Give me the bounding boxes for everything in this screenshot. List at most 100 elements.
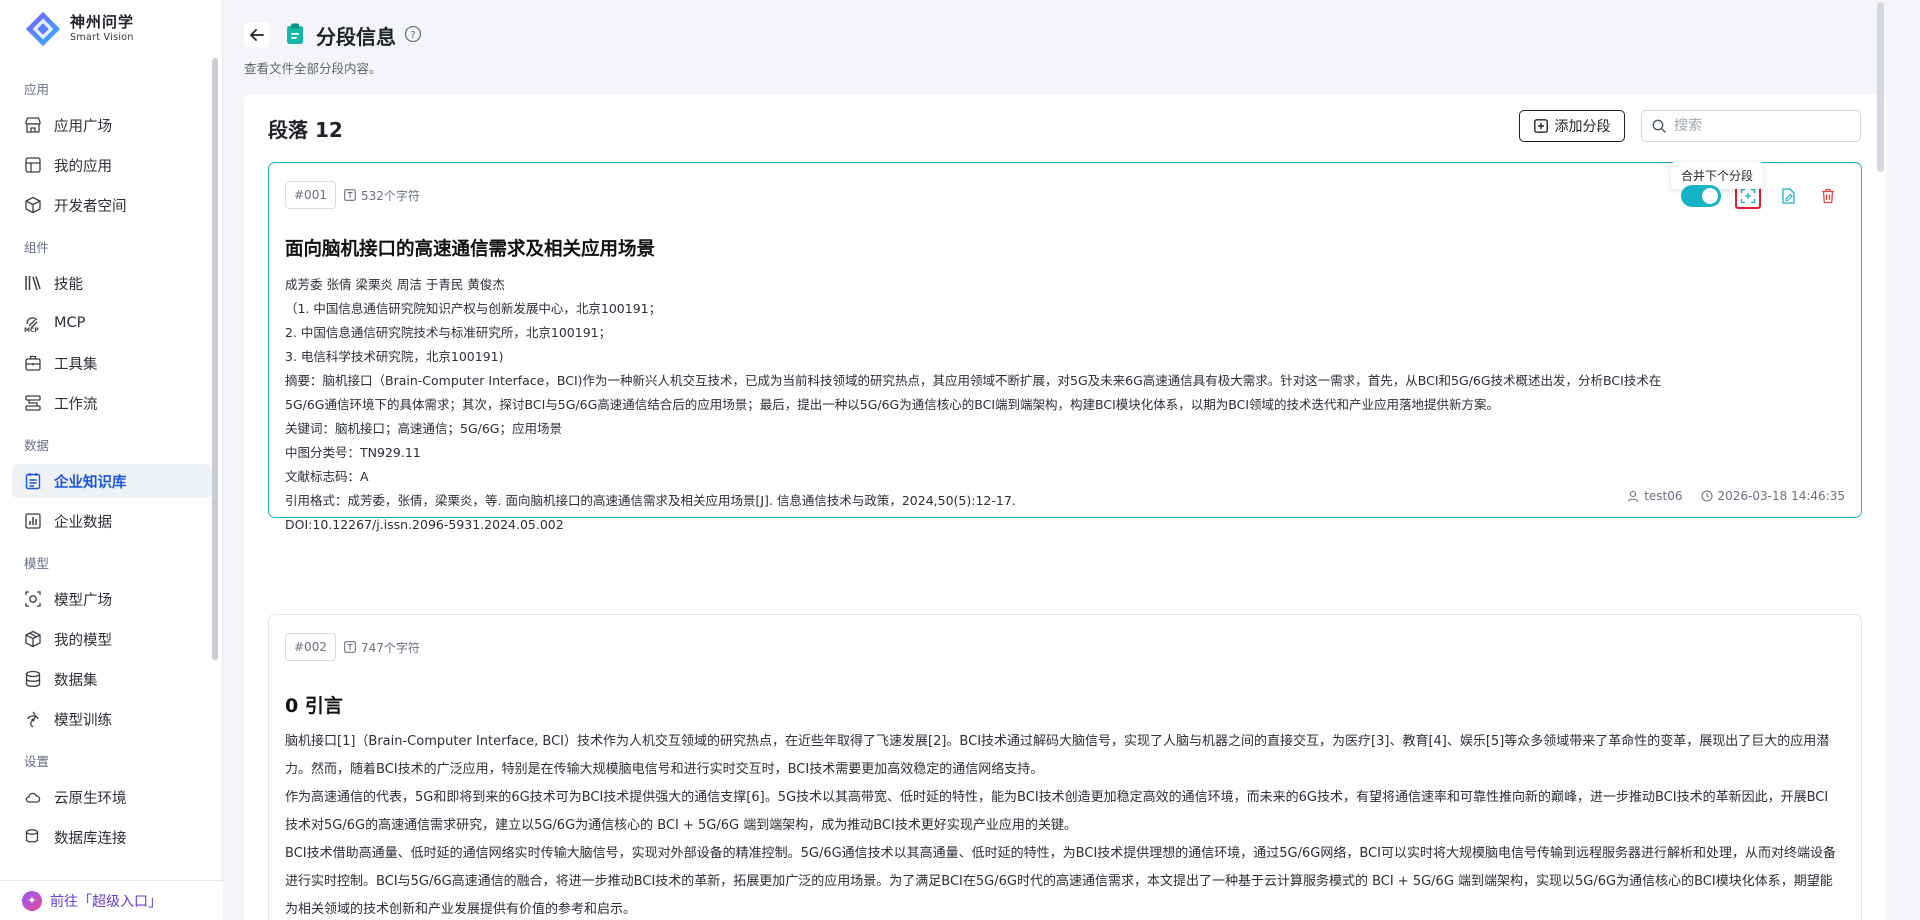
workflow-icon	[24, 394, 42, 412]
segment-text-line: （1. 中国信息通信研究院知识产权与创新发展中心，北京100191；	[285, 301, 662, 316]
brand-name: 神州问学	[70, 13, 135, 32]
sidebar-item[interactable]: 开发者空间	[12, 188, 212, 222]
sidebar-item[interactable]: 我的应用	[12, 148, 212, 182]
sidebar-item[interactable]: 工具集	[12, 346, 212, 380]
sidebar-item[interactable]: MCP MCP	[12, 306, 212, 340]
sparkle-icon: ✦	[22, 890, 42, 911]
nav-group: 设置云原生环境数据库连接	[12, 748, 212, 854]
segment-paragraph: BCI技术借助高通量、低时延的通信网络实时传输大脑信号，实现对外部设备的精准控制…	[285, 846, 1836, 917]
database-icon	[24, 670, 42, 688]
nav-group: 模型模型广场我的模型数据集模型训练	[12, 550, 212, 736]
sidebar-item[interactable]: 应用广场	[12, 108, 212, 142]
segment-text-line: DOI:10.12267/j.issn.2096-5931.2024.05.00…	[285, 517, 564, 532]
svg-text:?: ?	[410, 30, 415, 41]
sidebar-item[interactable]: 我的模型	[12, 622, 212, 656]
segment-paragraph: 作为高速通信的代表，5G和即将到来的6G技术可为BCI技术提供强大的通信支撑[6…	[285, 790, 1829, 833]
add-segment-label: 添加分段	[1554, 119, 1611, 135]
brand-subtitle: Smart Vision	[70, 32, 134, 44]
sidebar-nav: 应用应用广场我的应用开发者空间组件技能 MCP MCP 工具集工作流数据企业知识库企业…	[12, 76, 212, 866]
nav-group: 组件技能 MCP MCP 工具集工作流	[12, 234, 212, 420]
segment-text-line: 文献标志码：A	[285, 469, 369, 484]
nav-group-title: 模型	[24, 556, 50, 571]
segment-author: test06	[1627, 489, 1683, 503]
nav-group-title: 数据	[24, 438, 50, 453]
segment-text-line: 3. 电信科学技术研究院，北京100191)	[285, 349, 504, 364]
edit-segment-button[interactable]	[1775, 183, 1801, 209]
nav-group-title: 应用	[24, 82, 50, 97]
plus-square-icon	[1533, 119, 1548, 133]
text-icon	[344, 189, 356, 201]
segment-text-line: 关键词：脑机接口；高速通信；5G/6G；应用场景	[285, 421, 562, 436]
segment-text-line: 2. 中国信息通信研究院技术与标准研究所，北京100191；	[285, 325, 612, 340]
sidebar-item-label: 企业数据	[54, 514, 112, 531]
svg-text:MCP: MCP	[24, 327, 39, 332]
sidebar-item[interactable]: 云原生环境	[12, 780, 212, 814]
sidebar-item[interactable]: 企业数据	[12, 504, 212, 538]
books-icon	[24, 274, 42, 292]
segment-count-title: 段落 12	[268, 118, 343, 142]
nav-group-title: 设置	[24, 754, 50, 769]
sidebar-item-label: 模型训练	[54, 712, 112, 729]
chart-icon	[24, 512, 42, 530]
segment-enable-toggle[interactable]	[1681, 185, 1721, 207]
sidebar-item[interactable]: 模型广场	[12, 582, 212, 616]
sidebar-item[interactable]: 技能	[12, 266, 212, 300]
sidebar-item[interactable]: 数据库连接	[12, 820, 212, 854]
store-icon	[24, 116, 42, 134]
segments-panel: 段落 12 添加分段 #001 532个字符 合并下个分段	[244, 94, 1886, 920]
sidebar-item[interactable]: 工作流	[12, 386, 212, 420]
segment-card[interactable]: #001 532个字符 合并下个分段 面向脑机接口的高速通信需求及相关应用场景 …	[268, 162, 1862, 532]
nav-group: 数据企业知识库企业数据	[12, 432, 212, 538]
sidebar: 神州问学 Smart Vision 应用应用广场我的应用开发者空间组件技能 MCP…	[0, 0, 223, 920]
knowledge-icon	[24, 472, 42, 490]
box-icon	[24, 630, 42, 648]
super-entry-label: 前往「超级入口」	[50, 893, 162, 910]
sidebar-item-label: 技能	[54, 276, 83, 293]
add-segment-button[interactable]: 添加分段	[1519, 110, 1625, 142]
merge-icon	[1740, 188, 1756, 204]
sidebar-item-label: 开发者空间	[54, 198, 127, 215]
sidebar-item[interactable]: 数据集	[12, 662, 212, 696]
segment-card[interactable]: #002 747个字符 0 引言 脑机接口[1]（Brain-Computer …	[268, 614, 1862, 920]
arrow-left-icon	[250, 29, 264, 41]
nav-group: 应用应用广场我的应用开发者空间	[12, 76, 212, 222]
sidebar-item-label: 云原生环境	[54, 790, 127, 807]
char-count-label: 532个字符	[360, 188, 420, 203]
brand-logo[interactable]: 神州问学 Smart Vision	[24, 10, 134, 48]
db-link-icon	[24, 828, 42, 846]
sidebar-scrollbar[interactable]	[212, 58, 218, 660]
search-input[interactable]	[1674, 118, 1854, 134]
logo-icon	[25, 11, 61, 47]
nav-group-title: 组件	[24, 240, 50, 255]
segment-text-line: 成芳委 张倩 梁栗炎 周洁 于青民 黄俊杰	[285, 277, 505, 292]
document-icon	[287, 23, 303, 44]
merge-tooltip: 合并下个分段	[1670, 162, 1763, 189]
help-icon[interactable]: ?	[404, 25, 422, 43]
main-scrollbar[interactable]	[1877, 2, 1884, 172]
segment-text-line: 摘要：脑机接口（Brain-Computer Interface，BCI)作为一…	[285, 373, 1662, 388]
segment-timestamp: 2026-03-18 14:46:35	[1700, 489, 1845, 503]
timestamp-value: 2026-03-18 14:46:35	[1717, 489, 1845, 503]
delete-segment-button[interactable]	[1815, 183, 1841, 209]
mcp-icon: MCP	[24, 314, 42, 332]
cube-icon	[24, 196, 42, 214]
search-box[interactable]	[1641, 110, 1861, 142]
user-icon	[1628, 490, 1639, 502]
segment-text-line: 5G/6G通信环境下的具体需求；其次，探讨BCI与5G/6G高速通信结合后的应用…	[285, 397, 1500, 412]
grid-icon	[24, 156, 42, 174]
sidebar-item[interactable]: 模型训练	[12, 702, 212, 736]
sidebar-item[interactable]: 企业知识库	[12, 464, 212, 498]
sidebar-item-label: 数据库连接	[54, 830, 127, 847]
segment-number: #002	[285, 633, 336, 661]
segment-text-line: 中图分类号：TN929.11	[285, 445, 421, 460]
sidebar-item-label: 我的应用	[54, 158, 112, 175]
sidebar-item-label: 模型广场	[54, 592, 112, 609]
search-icon	[1652, 119, 1666, 133]
segment-text-line: 引用格式：成芳委，张倩，梁栗炎，等. 面向脑机接口的高速通信需求及相关应用场景[…	[285, 493, 1016, 508]
sidebar-item-label: 工具集	[54, 356, 98, 373]
sidebar-item-label: 我的模型	[54, 632, 112, 649]
super-entry-link[interactable]: ✦ 前往「超级入口」	[0, 880, 223, 920]
back-button[interactable]	[244, 22, 270, 48]
sidebar-item-label: 数据集	[54, 672, 98, 689]
cloud-icon	[24, 788, 42, 806]
